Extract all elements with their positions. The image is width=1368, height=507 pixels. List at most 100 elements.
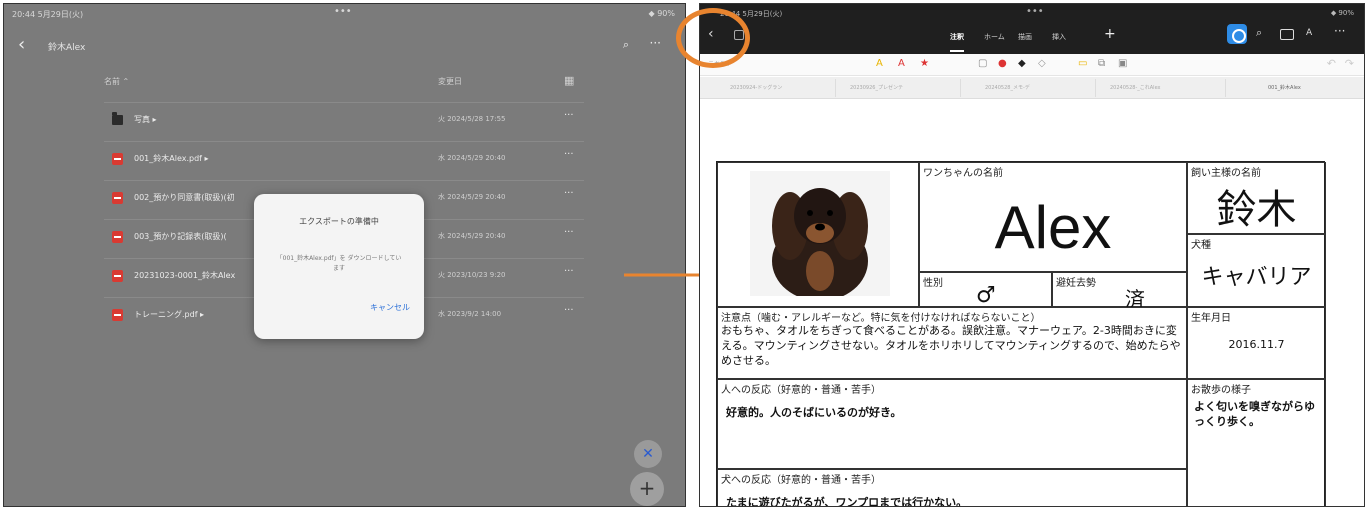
close-icon[interactable]: ✕ <box>634 440 662 468</box>
folder-icon <box>112 112 123 125</box>
birthday-cell: 生年月日 2016.11.7 <box>1187 307 1326 379</box>
tab-insert[interactable]: 挿入 <box>1052 32 1066 42</box>
search-icon[interactable]: ⌕ <box>1256 26 1262 40</box>
page-title: 鈴木Alex <box>48 43 86 53</box>
file-name: 001_鈴木Alex.pdf ▸ <box>134 154 209 163</box>
text-size-icon[interactable]: A <box>1306 28 1312 38</box>
list-item[interactable]: 001_鈴木Alex.pdf ▸ 水 2024/5/29 20:40 ··· <box>104 141 584 177</box>
doc-tab-active[interactable]: 001_鈴木Alex <box>1268 84 1301 91</box>
doc-tab[interactable]: 20240528_メモ-デ <box>985 84 1030 91</box>
dialog-title: エクスポートの準備中 <box>299 217 379 226</box>
file-date: 水 2023/9/2 14:00 <box>438 310 502 318</box>
underline-icon[interactable]: A <box>898 58 905 69</box>
tab-home[interactable]: ホーム <box>984 32 1005 42</box>
status-bar: 20:44 5月29日(火) ••• ◆ 90% <box>4 4 685 24</box>
doc-tab[interactable]: 20230926_プレゼンテ <box>850 84 903 91</box>
multitask-dots-icon[interactable]: ••• <box>1026 6 1044 17</box>
dogs-reaction-cell: 犬への反応（好意的・普通・苦手） たまに遊びたがるが、ワンプロまでは行かない。 <box>717 469 1187 507</box>
view-toggle-icon[interactable]: ▦ <box>564 74 574 87</box>
dog-profile-card: ワンちゃんの名前 Alex 性別 ♂ 避妊去勢 済 飼い主様の名前 鈴木 犬種 … <box>716 161 1326 507</box>
file-name: トレーニング.pdf ▸ <box>134 310 205 319</box>
textbox-icon[interactable]: ▢ <box>978 58 987 69</box>
dog-photo <box>750 171 890 296</box>
export-dialog: エクスポートの準備中 「001_鈴木Alex.pdf」を ダウンロードしています… <box>254 194 424 339</box>
screen-icon[interactable] <box>1280 29 1294 40</box>
sex-label: 性別 <box>923 278 943 289</box>
file-date: 水 2024/5/29 20:40 <box>438 193 506 201</box>
row-more-icon[interactable]: ··· <box>564 110 574 121</box>
row-more-icon[interactable]: ··· <box>564 305 574 316</box>
pdf-file-icon <box>112 231 123 243</box>
highlighter-icon[interactable]: A <box>876 58 883 69</box>
owner-cell: 飼い主様の名前 鈴木 <box>1187 162 1326 234</box>
owner-value: 鈴木 <box>1216 187 1297 233</box>
add-tab-icon[interactable]: + <box>1104 26 1116 42</box>
walk-cell: お散歩の様子 よく匂いを嗅ぎながらゆっくり歩く。 <box>1187 379 1326 506</box>
people-reaction-value: 好意的。人のそばにいるのが好き。 <box>726 406 902 419</box>
doc-tab[interactable]: 20240528-_これAlex <box>1110 84 1161 91</box>
multitask-dots-icon[interactable]: ••• <box>334 6 352 17</box>
star-icon[interactable]: ★ <box>920 58 929 69</box>
undo-icon[interactable]: ↶ <box>1327 57 1336 70</box>
file-name: 002_預かり同意書(取扱)(初 <box>134 193 235 202</box>
pdf-file-icon <box>112 153 123 165</box>
people-reaction-label: 人への反応（好意的・普通・苦手） <box>721 385 881 396</box>
pdf-file-icon <box>112 309 123 321</box>
breed-value: キャバリア <box>1201 265 1312 290</box>
birthday-value: 2016.11.7 <box>1228 338 1285 351</box>
file-date: 火 2024/5/28 17:55 <box>438 115 506 123</box>
sex-cell: 性別 ♂ <box>919 272 1052 308</box>
column-date-header[interactable]: 変更日 <box>438 76 462 87</box>
annotation-toolbar: テキスト A A ★ ▢ ● ◆ ◇ ▭ ⧉ ▣ ↶ ↷ <box>700 54 1364 76</box>
row-more-icon[interactable]: ··· <box>564 149 574 160</box>
notes-app-screen: 20:44 5月29日(火) ••• ◆ 90% ‹ 注釈 ホーム 描画 挿入 … <box>699 3 1365 507</box>
file-date: 火 2023/10/23 9:20 <box>438 271 506 279</box>
pen-black-icon[interactable]: ◆ <box>1018 58 1026 69</box>
file-name: 003_預かり記録表(取扱)( <box>134 232 227 241</box>
pen-red-icon[interactable]: ● <box>998 58 1007 69</box>
doc-tab[interactable]: 20230924-ドッグラン <box>730 84 782 91</box>
breed-cell: 犬種 キャバリア <box>1187 234 1326 307</box>
dog-name-cell: ワンちゃんの名前 Alex <box>919 162 1187 272</box>
dogs-reaction-value: たまに遊びたがるが、ワンプロまでは行かない。 <box>726 496 968 507</box>
add-button[interactable]: + <box>630 472 664 506</box>
files-app-screen: 20:44 5月29日(火) ••• ◆ 90% ‹ 鈴木Alex ⌕ ··· … <box>3 3 686 507</box>
walk-label: お散歩の様子 <box>1191 385 1251 396</box>
notes-label: 注意点（噛む・アレルギーなど。特に気を付けなければならないこと） <box>721 313 1041 324</box>
pen-icon[interactable] <box>1227 24 1247 44</box>
column-name-header[interactable]: 名前 ⌃ <box>104 76 129 87</box>
nav-bar: ‹ 鈴木Alex ⌕ ··· <box>4 28 685 62</box>
redo-icon[interactable]: ↷ <box>1345 57 1354 70</box>
dog-name-label: ワンちゃんの名前 <box>923 168 1003 179</box>
neuter-cell: 避妊去勢 済 <box>1052 272 1187 311</box>
list-header: 名前 ⌃ 変更日 ▦ <box>104 74 584 92</box>
photo-cell <box>717 162 919 307</box>
eraser-icon[interactable]: ◇ <box>1038 58 1046 69</box>
pdf-file-icon <box>112 192 123 204</box>
row-more-icon[interactable]: ··· <box>564 188 574 199</box>
search-icon[interactable]: ⌕ <box>623 38 629 52</box>
list-item[interactable]: 写真 ▸ 火 2024/5/28 17:55 ··· <box>104 102 584 138</box>
highlight-circle <box>676 8 750 68</box>
copy-icon[interactable]: ⧉ <box>1098 58 1105 69</box>
more-icon[interactable]: ··· <box>1334 24 1345 38</box>
row-more-icon[interactable]: ··· <box>564 227 574 238</box>
image-icon[interactable]: ▣ <box>1118 58 1127 69</box>
pdf-file-icon <box>112 270 123 282</box>
battery-status: ◆ 90% <box>648 9 675 18</box>
app-toolbar: 20:44 5月29日(火) ••• ◆ 90% ‹ 注釈 ホーム 描画 挿入 … <box>700 4 1364 54</box>
file-name: 20231023-0001_鈴木Alex <box>134 271 236 280</box>
row-more-icon[interactable]: ··· <box>564 266 574 277</box>
neuter-label: 避妊去勢 <box>1056 278 1096 289</box>
people-reaction-cell: 人への反応（好意的・普通・苦手） 好意的。人のそばにいるのが好き。 <box>717 379 1187 469</box>
tab-draw[interactable]: 描画 <box>1018 32 1032 42</box>
cancel-button[interactable]: キャンセル <box>370 302 410 313</box>
back-icon[interactable]: ‹ <box>18 34 25 55</box>
tab-annotate[interactable]: 注釈 <box>950 32 964 52</box>
dialog-message: 「001_鈴木Alex.pdf」を ダウンロードしています <box>276 255 402 272</box>
notes-value: おもちゃ、タオルをちぎって食べることがある。誤飲注意。マナーウェア。2-3時間お… <box>721 324 1181 367</box>
sticky-note-icon[interactable]: ▭ <box>1078 58 1087 69</box>
dog-name-value: Alex <box>994 194 1112 261</box>
more-icon[interactable]: ··· <box>650 36 661 50</box>
battery-status: ◆ 90% <box>1330 9 1354 17</box>
